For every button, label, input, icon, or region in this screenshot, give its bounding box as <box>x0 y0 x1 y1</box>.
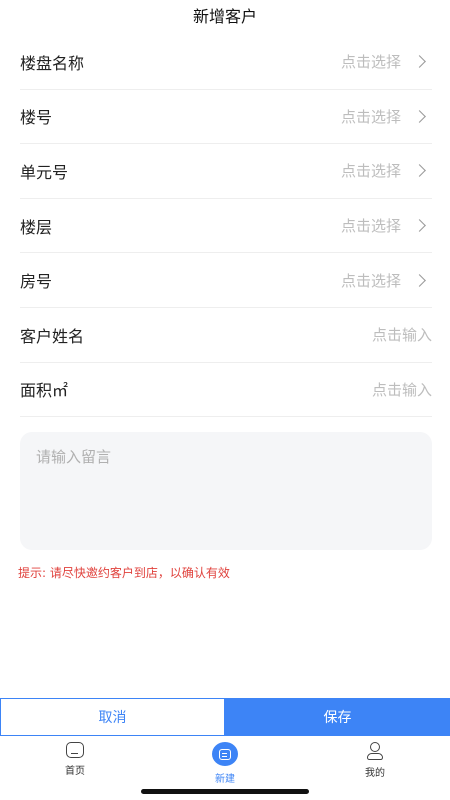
row-label: 面积㎡ <box>20 381 69 401</box>
form-row-floor[interactable]: 楼层 点击选择 <box>20 199 432 254</box>
customer-form: 楼盘名称 点击选择 楼号 点击选择 单元号 点击选择 楼层 点击选择 房号 点击… <box>20 35 432 418</box>
form-row-building[interactable]: 楼号 点击选择 <box>20 90 432 145</box>
customer-name-input[interactable]: 点击输入 <box>372 324 432 345</box>
page-title: 新增客户 <box>192 7 257 26</box>
form-row-room[interactable]: 房号 点击选择 <box>20 253 432 308</box>
tab-mine[interactable]: 我的 <box>345 742 405 779</box>
row-value: 点击选择 <box>340 53 401 72</box>
row-label: 客户姓名 <box>20 326 85 346</box>
cancel-button[interactable]: 取消 <box>0 698 225 736</box>
area-input[interactable]: 点击输入 <box>372 379 432 400</box>
chevron-right-icon <box>413 164 426 178</box>
form-row-unit[interactable]: 单元号 点击选择 <box>20 144 432 199</box>
message-textarea[interactable]: 请输入留言 <box>20 432 432 550</box>
new-icon <box>212 742 238 766</box>
action-bar: 取消 保存 <box>0 698 450 736</box>
chevron-right-icon <box>413 273 426 287</box>
tab-label: 我的 <box>365 768 385 779</box>
form-row-area[interactable]: 面积㎡ 点击输入 <box>20 363 432 418</box>
save-button[interactable]: 保存 <box>225 698 450 736</box>
page-header: 新增客户 <box>0 0 450 30</box>
chevron-right-icon <box>413 110 426 123</box>
tab-label: 首页 <box>65 766 85 777</box>
hint-text: 提示: 请尽快邀约客户到店，以确认有效 <box>18 566 230 580</box>
row-value: 点击选择 <box>340 162 401 181</box>
user-icon <box>366 742 384 760</box>
row-label: 房号 <box>20 272 53 292</box>
home-indicator <box>141 789 309 794</box>
row-label: 楼层 <box>20 217 53 237</box>
form-row-customer-name[interactable]: 客户姓名 点击输入 <box>20 308 432 363</box>
form-row-project[interactable]: 楼盘名称 点击选择 <box>20 35 432 90</box>
row-label: 楼盘名称 <box>20 53 85 73</box>
home-icon <box>66 742 84 758</box>
tab-home[interactable]: 首页 <box>45 742 105 777</box>
row-value: 点击选择 <box>340 107 401 126</box>
row-value: 点击选择 <box>340 217 401 236</box>
tab-new[interactable]: 新建 <box>195 742 255 785</box>
row-label: 单元号 <box>20 162 69 182</box>
message-placeholder: 请输入留言 <box>36 448 112 466</box>
tab-label: 新建 <box>215 774 235 785</box>
chevron-right-icon <box>413 55 426 69</box>
row-value: 点击选择 <box>340 271 401 290</box>
row-label: 楼号 <box>20 108 53 128</box>
chevron-right-icon <box>413 219 426 232</box>
